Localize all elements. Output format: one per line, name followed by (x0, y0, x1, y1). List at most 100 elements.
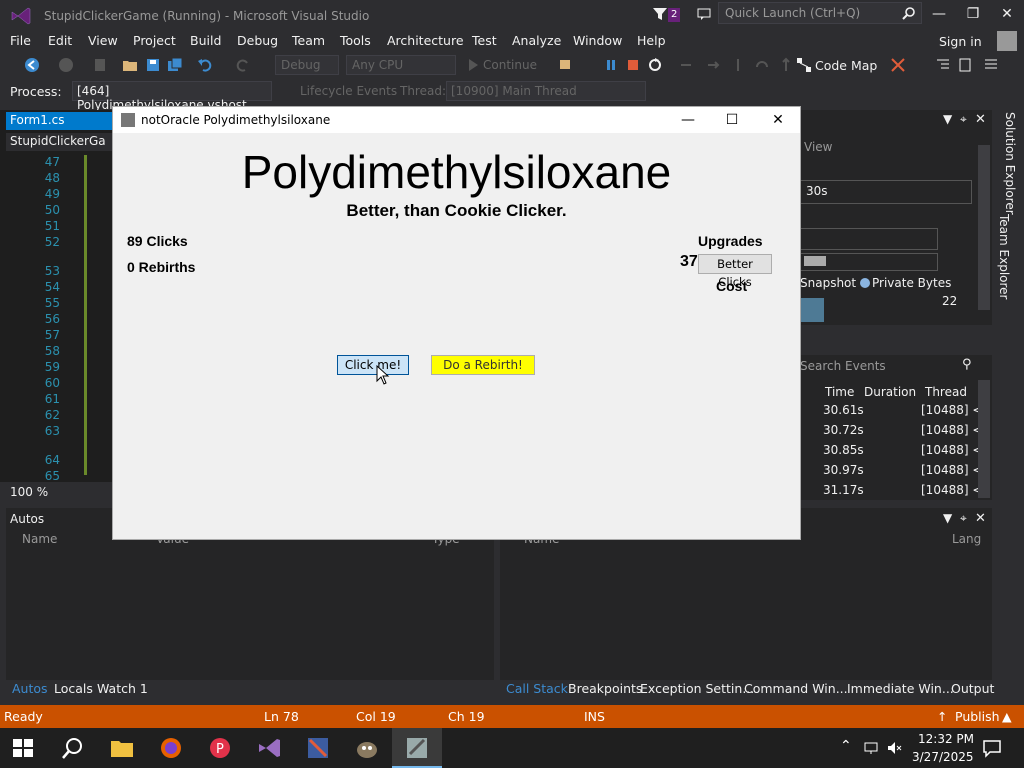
step-out-icon[interactable] (754, 57, 770, 73)
action-center-icon[interactable] (982, 738, 1002, 758)
click-me-button[interactable]: Click me! (337, 355, 409, 375)
zoom-level-select[interactable]: 100 % (10, 485, 48, 499)
notifications-flag-icon[interactable] (652, 6, 668, 22)
breakpoint-toggle-icon[interactable] (890, 57, 906, 73)
menu-project[interactable]: Project (133, 33, 176, 48)
code-map-icon[interactable] (796, 57, 812, 73)
callstack-col-lang[interactable]: Lang (952, 532, 981, 546)
panel-close-icon[interactable]: ✕ (975, 112, 986, 127)
diag-view-link[interactable]: View (804, 140, 832, 154)
menu-tools[interactable]: Tools (340, 33, 371, 48)
bottom-panel-dropdown-icon[interactable]: ▼ (943, 511, 952, 525)
show-hidden-icons-icon[interactable]: ⌃ (840, 738, 852, 754)
minimize-icon[interactable]: — (925, 4, 953, 24)
tab-watch-1[interactable]: Watch 1 (97, 681, 148, 696)
publish-dropdown-icon[interactable]: ▲ (1002, 709, 1012, 724)
col-duration[interactable]: Duration (864, 385, 916, 399)
tab-immediate-window[interactable]: Immediate Win... (847, 681, 954, 696)
process-select[interactable]: [464] Polydimethylsiloxane.vshost (72, 81, 272, 112)
step-back-icon[interactable] (778, 57, 794, 73)
diag-scrollbar[interactable] (978, 145, 990, 310)
menu-file[interactable]: File (10, 33, 31, 48)
save-all-icon[interactable] (167, 57, 183, 73)
navigation-bar-project[interactable]: StupidClickerGa (6, 133, 112, 151)
quick-launch-input[interactable]: Quick Launch (Ctrl+Q) (718, 2, 922, 24)
events-search-icon[interactable]: ⚲ (962, 357, 972, 372)
forward-icon[interactable] (58, 57, 74, 73)
solution-config-select[interactable]: Debug (275, 55, 339, 75)
stop-icon[interactable] (625, 57, 641, 73)
tab-call-stack[interactable]: Call Stack (506, 681, 568, 696)
game-minimize-icon[interactable]: — (673, 110, 703, 130)
tab-locals[interactable]: Locals (54, 681, 93, 696)
menu-team[interactable]: Team (292, 33, 325, 48)
show-next-statement-icon[interactable] (678, 57, 694, 73)
step-over-icon[interactable] (730, 57, 746, 73)
visual-studio-taskbar-icon[interactable] (256, 736, 282, 760)
publish-button[interactable]: Publish (955, 709, 1000, 724)
table-row[interactable]: 31.17s [10488] < (805, 483, 985, 503)
lifecycle-events-button[interactable]: Lifecycle Events (300, 84, 397, 98)
game-maximize-icon[interactable]: ☐ (717, 110, 747, 130)
comment-icon[interactable] (983, 57, 999, 73)
search-events-input[interactable]: Search Events (800, 359, 886, 373)
autos-col-name[interactable]: Name (22, 532, 57, 546)
menu-analyze[interactable]: Analyze (512, 33, 561, 48)
menu-test[interactable]: Test (472, 33, 497, 48)
menu-architecture[interactable]: Architecture (387, 33, 464, 48)
redo-icon[interactable] (235, 57, 251, 73)
windows-start-icon[interactable] (12, 738, 34, 758)
clock-time[interactable]: 12:32 PM (918, 732, 974, 746)
clock-date[interactable]: 3/27/2025 (912, 750, 974, 764)
menu-edit[interactable]: Edit (48, 33, 72, 48)
thread-select[interactable]: [10900] Main Thread (446, 81, 646, 101)
close-icon[interactable]: ✕ (993, 4, 1021, 24)
restore-icon[interactable]: ❐ (959, 4, 987, 24)
outdent-icon[interactable] (957, 57, 973, 73)
menu-debug[interactable]: Debug (237, 33, 278, 48)
menu-build[interactable]: Build (190, 33, 221, 48)
tab-output[interactable]: Output (951, 681, 994, 696)
tab-exception-settings[interactable]: Exception Settin... (640, 681, 754, 696)
notification-count-badge[interactable]: 2 (668, 8, 681, 22)
events-scrollbar[interactable] (978, 380, 990, 498)
solution-platform-select[interactable]: Any CPU (346, 55, 456, 75)
events-track[interactable] (800, 228, 938, 250)
menu-view[interactable]: View (88, 33, 118, 48)
continue-button[interactable]: Continue (483, 58, 537, 72)
game-close-icon[interactable]: ✕ (763, 110, 793, 130)
table-row[interactable]: 30.97s [10488] < (805, 463, 985, 483)
new-project-icon[interactable] (92, 57, 108, 73)
debug-target-icon[interactable] (558, 57, 574, 73)
tab-breakpoints[interactable]: Breakpoints (568, 681, 642, 696)
firefox-icon[interactable] (158, 736, 184, 760)
pin-icon[interactable]: ⌖ (960, 112, 967, 127)
code-map-button[interactable]: Code Map (815, 58, 877, 73)
tab-command-window[interactable]: Command Win... (744, 681, 848, 696)
table-row[interactable]: 30.85s [10488] < (805, 443, 985, 463)
tab-form1-cs[interactable]: Form1.cs (6, 112, 112, 130)
search-taskbar-icon[interactable] (60, 736, 86, 760)
app-taskbar-icon[interactable] (305, 736, 331, 760)
table-row[interactable]: 30.61s [10488] < (805, 403, 985, 423)
publish-arrow-icon[interactable]: ↑ (937, 709, 947, 724)
col-thread[interactable]: Thread (925, 385, 967, 399)
menu-help[interactable]: Help (637, 33, 666, 48)
team-explorer-tab[interactable]: Team Explorer (997, 214, 1011, 300)
col-time[interactable]: Time (825, 385, 854, 399)
table-row[interactable]: 30.72s [10488] < (805, 423, 985, 443)
bottom-close-icon[interactable]: ✕ (975, 511, 986, 526)
search-icon[interactable] (902, 6, 916, 20)
paint-app-icon[interactable]: P (207, 736, 233, 760)
volume-muted-icon[interactable] (886, 740, 902, 756)
save-icon[interactable] (145, 57, 161, 73)
gimp-icon[interactable] (354, 736, 380, 760)
undo-icon[interactable] (197, 57, 213, 73)
rebirth-button[interactable]: Do a Rebirth! (431, 355, 535, 375)
sign-in-link[interactable]: Sign in (939, 34, 982, 49)
continue-play-icon[interactable] (465, 57, 481, 73)
network-icon[interactable] (863, 740, 879, 756)
step-into-icon[interactable] (706, 57, 722, 73)
clicker-game-taskbar-icon[interactable] (404, 736, 430, 760)
tab-autos[interactable]: Autos (12, 681, 48, 696)
